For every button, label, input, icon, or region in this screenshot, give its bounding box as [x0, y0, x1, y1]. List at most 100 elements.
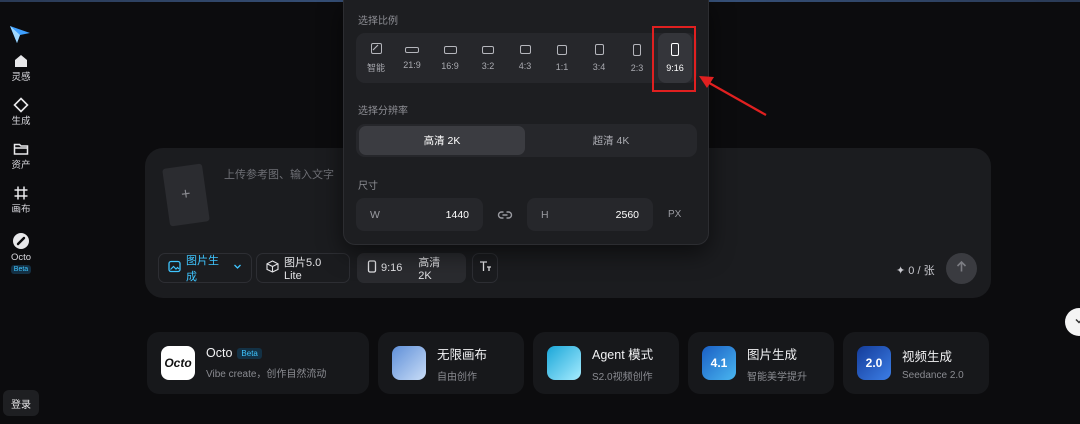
resolution-label: 高清 2K [418, 257, 441, 282]
grid-icon [12, 184, 30, 202]
ratio-shape-icon [482, 45, 494, 54]
sidebar-item-assets[interactable]: 资产 [0, 140, 42, 171]
ratio-options: 智能 21:9 16:9 3:2 4:3 1:1 3:4 2:3 9:16 [356, 33, 697, 83]
ratio-label: 3:2 [481, 60, 495, 71]
feature-text: 无限画布 自由创作 [437, 344, 487, 383]
diamond-icon [12, 96, 30, 114]
feature-card-image-gen[interactable]: 4.1 图片生成 智能美学提升 [688, 332, 834, 394]
model-label: 图片5.0 Lite [284, 257, 322, 282]
ratio-label: 21:9 [403, 59, 421, 70]
video-gen-thumb-icon: 2.0 [857, 346, 891, 380]
height-key: H [541, 208, 549, 221]
feature-card-agent[interactable]: Agent 模式 S2.0视频创作 [533, 332, 679, 394]
chevron-down-icon [233, 262, 242, 274]
credits-counter: ✦ 0 / 张 [896, 262, 935, 278]
octo-icon [12, 232, 30, 250]
plus-icon: + [180, 185, 192, 204]
ratio-option-16-9[interactable]: 16:9 [434, 33, 466, 83]
feature-title: 视频生成 [902, 349, 953, 364]
folder-icon [12, 140, 30, 158]
floating-expand-button[interactable] [1065, 308, 1080, 336]
ratio-option-1-1[interactable]: 1:1 [546, 33, 578, 83]
ratio-option-4-3[interactable]: 4:3 [509, 33, 541, 83]
sidebar-item-label: 灵感 [11, 72, 31, 83]
ratio-label: 3:4 [592, 62, 606, 72]
send-button[interactable] [946, 253, 977, 284]
feature-title: Octo Beta [206, 346, 326, 360]
width-value: 1440 [445, 208, 469, 221]
feature-subtitle: S2.0视频创作 [592, 371, 653, 383]
link-icon[interactable] [497, 207, 513, 223]
ratio-option-2-3[interactable]: 2:3 [621, 33, 653, 83]
mode-label: 图片生成 [186, 255, 219, 283]
ratio-option-3-4[interactable]: 3:4 [583, 33, 615, 83]
ratio-option-smart[interactable]: 智能 [360, 33, 392, 83]
ratio-shape-icon [557, 44, 567, 55]
height-value: 2560 [615, 208, 639, 221]
height-field[interactable]: H 2560 [527, 198, 653, 231]
annotation-arrow-icon [699, 76, 767, 116]
ratio-shape-icon [519, 45, 531, 54]
ratio-label: 16:9 [441, 60, 459, 71]
feature-text: Octo Beta Vibe create，创作自然流动 [206, 346, 326, 380]
prompt-input[interactable]: 上传参考图、输入文字 [224, 166, 334, 182]
resolution-option-4k[interactable]: 超清 4K [528, 126, 694, 155]
feature-subtitle: Vibe create，创作自然流动 [206, 369, 327, 380]
beta-badge: Beta [10, 265, 32, 274]
width-field[interactable]: W 1440 [356, 198, 483, 231]
sidebar: 灵感 生成 资产 画布 Octo Beta 登录 [0, 0, 42, 424]
resolution-option-2k[interactable]: 高清 2K [359, 126, 525, 155]
sidebar-item-label: Octo [10, 252, 32, 263]
sidebar-item-octo[interactable]: Octo Beta [0, 232, 42, 274]
sidebar-item-canvas[interactable]: 画布 [0, 184, 42, 215]
ratio-label: 2:3 [630, 62, 644, 73]
text-format-icon [479, 260, 492, 276]
ratio-label: 智能 [366, 62, 385, 73]
sidebar-item-inspiration[interactable]: 灵感 [0, 52, 42, 83]
ratio-option-21-9[interactable]: 21:9 [396, 33, 428, 83]
feature-subtitle: 自由创作 [437, 371, 477, 383]
cube-icon [266, 260, 279, 276]
ratio-shape-icon [405, 46, 419, 53]
home-icon [12, 52, 30, 70]
sparkle-icon: ✦ [896, 265, 906, 277]
smart-ratio-icon [370, 42, 382, 54]
sidebar-item-label: 画布 [11, 204, 31, 215]
feature-title: 图片生成 [747, 347, 798, 362]
model-selector[interactable]: 图片5.0 Lite [256, 253, 350, 283]
ratio-label: 1:1 [555, 61, 569, 72]
feature-subtitle: 智能美学提升 [747, 371, 807, 383]
canvas-thumb-icon [392, 346, 426, 380]
feature-text: 视频生成 Seedance 2.0 [902, 346, 964, 381]
sidebar-item-generate[interactable]: 生成 [0, 96, 42, 127]
unit-label: PX [668, 209, 682, 220]
feature-card-canvas[interactable]: 无限画布 自由创作 [378, 332, 524, 394]
feature-title: 无限画布 [437, 347, 488, 362]
ratio-option-3-2[interactable]: 3:2 [472, 33, 504, 83]
portrait-ratio-icon [367, 260, 377, 276]
text-style-button[interactable] [472, 253, 498, 283]
feature-text: 图片生成 智能美学提升 [747, 344, 807, 383]
feature-card-octo[interactable]: Octo Octo Beta Vibe create，创作自然流动 [147, 332, 369, 394]
ratio-shape-icon [594, 44, 604, 55]
ratio-shape-icon [633, 43, 641, 56]
feature-card-video-gen[interactable]: 2.0 视频生成 Seedance 2.0 [843, 332, 989, 394]
feature-title-text: Octo [206, 346, 233, 360]
agent-thumb-icon [547, 346, 581, 380]
ratio-label: 4:3 [518, 61, 532, 71]
image-icon [168, 260, 181, 276]
ratio-shape-icon [443, 45, 457, 54]
chevron-down-icon [1074, 313, 1080, 331]
arrow-up-icon [955, 260, 968, 278]
mode-dropdown[interactable]: 图片生成 [158, 253, 252, 283]
image-gen-thumb-icon: 4.1 [702, 346, 736, 380]
upload-reference-button[interactable]: + [162, 163, 210, 227]
feature-subtitle: Seedance 2.0 [902, 369, 964, 381]
ratio-resolution-button[interactable]: 9:16 高清 2K [357, 253, 466, 283]
ratio-section-title: 选择比例 [358, 16, 398, 27]
beta-badge: Beta [237, 347, 262, 359]
resolution-section-title: 选择分辨率 [358, 106, 408, 117]
login-button[interactable]: 登录 [3, 390, 39, 416]
width-key: W [370, 208, 380, 221]
logo-icon[interactable] [9, 24, 31, 44]
